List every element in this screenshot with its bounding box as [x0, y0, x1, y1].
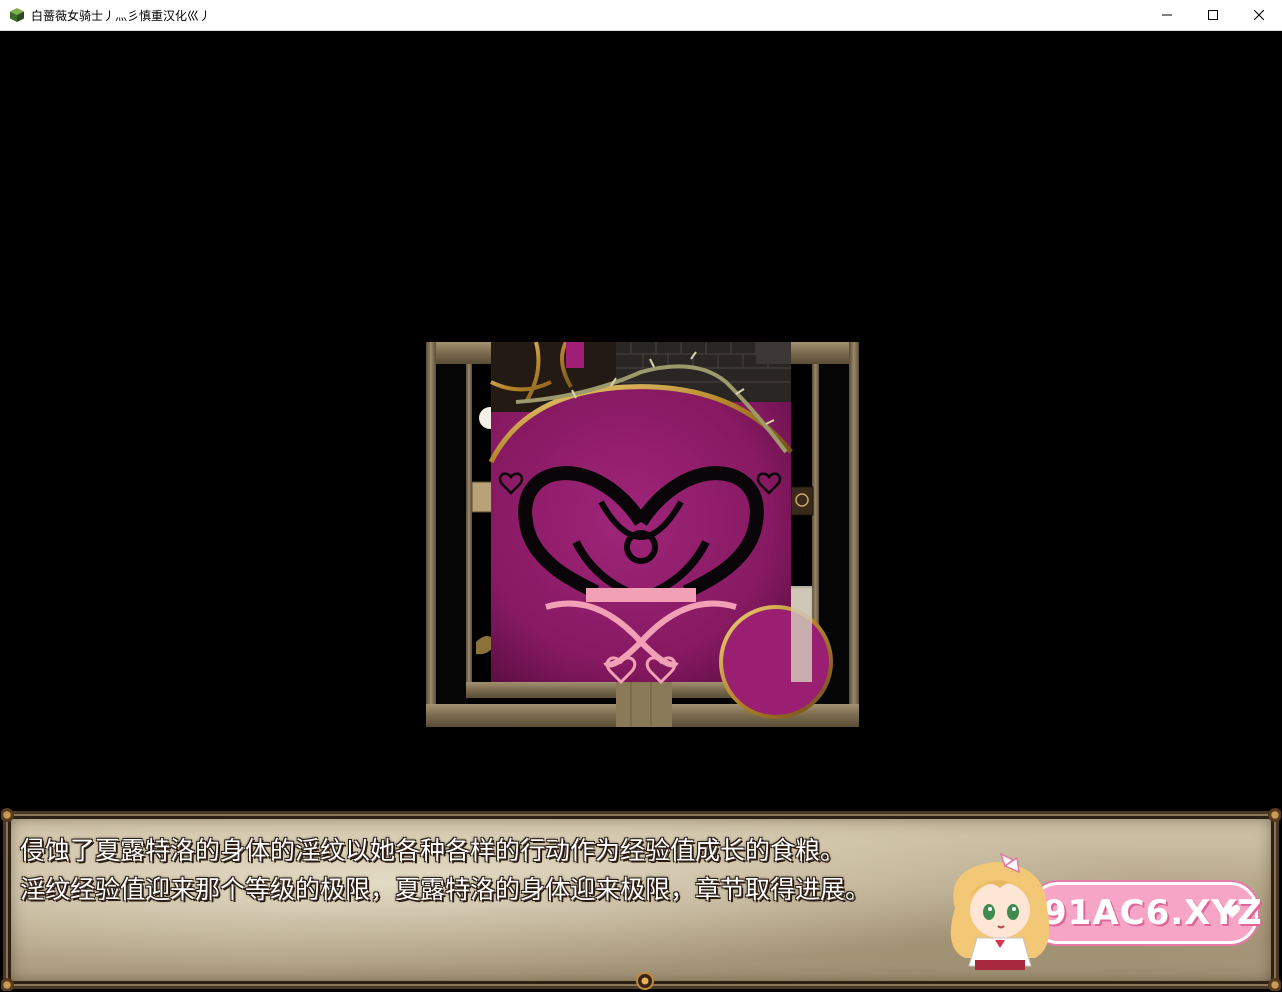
- room-map: [426, 342, 859, 727]
- minimize-button[interactable]: [1144, 0, 1190, 30]
- pause-cursor-icon[interactable]: [635, 971, 655, 991]
- maximize-button[interactable]: [1190, 0, 1236, 30]
- message-line: 侵蚀了夏露特洛的身体的淫纹以她各种各样的行动作为经验值成长的食粮。: [20, 836, 846, 865]
- site-watermark: 91AC6.XYZ: [935, 848, 1265, 973]
- chibi-girl-icon: [950, 852, 1050, 970]
- corner-ornament: [1, 808, 14, 822]
- minimize-icon: [1162, 14, 1172, 16]
- close-icon: [1254, 10, 1264, 20]
- message-line: 淫纹经验值迎来那个等级的极限，夏露特洛的身体迎来极限，章节取得进展。: [20, 875, 871, 904]
- close-button[interactable]: [1236, 0, 1282, 30]
- room-scene: [426, 342, 859, 727]
- heart-icon: [1224, 904, 1240, 918]
- corner-ornament: [1, 978, 14, 991]
- maximize-icon: [1208, 10, 1218, 20]
- game-viewport[interactable]: 侵蚀了夏露特洛的身体的淫纹以她各种各样的行动作为经验值成长的食粮。 淫纹经验值迎…: [1, 31, 1281, 991]
- corner-ornament: [1268, 808, 1281, 822]
- corner-ornament: [1268, 978, 1281, 991]
- window-title: 白蔷薇女骑士丿灬彡慎重汉化巛丿: [31, 9, 212, 23]
- title-bar: 白蔷薇女骑士丿灬彡慎重汉化巛丿: [0, 0, 1282, 31]
- game-cube-icon: [10, 8, 24, 22]
